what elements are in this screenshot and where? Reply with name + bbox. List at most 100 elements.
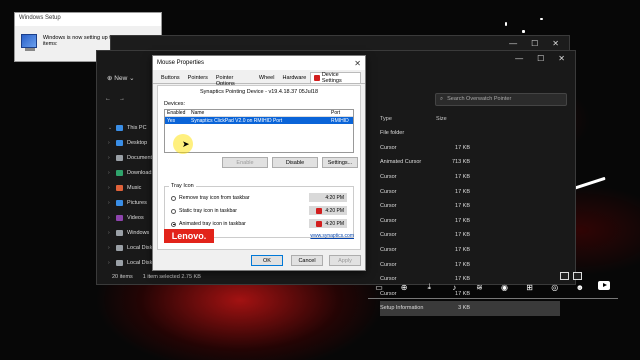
cancel-button[interactable]: Cancel: [291, 255, 323, 266]
enable-button[interactable]: Enable: [222, 157, 268, 168]
settings-button[interactable]: Settings...: [322, 157, 358, 168]
chevron-right-icon[interactable]: ›: [108, 260, 112, 266]
ok-button[interactable]: OK: [251, 255, 283, 266]
youtube-icon[interactable]: [598, 281, 610, 290]
chevron-right-icon[interactable]: ›: [108, 245, 112, 251]
gamepad-icon[interactable]: ⊕: [399, 283, 409, 292]
nav-item-downloads[interactable]: › Downloads: [108, 165, 158, 180]
nav-item-this-pc[interactable]: ⌄ This PC: [108, 120, 158, 135]
dialog-tabs: Buttons Pointers Pointer Options Wheel H…: [153, 70, 365, 87]
discord-icon[interactable]: ☻: [575, 283, 585, 292]
file-type: Cursor: [380, 247, 397, 254]
back-icon[interactable]: ←: [105, 96, 111, 102]
maximize-icon[interactable]: ☐: [537, 54, 544, 64]
synaptics-icon: [314, 75, 320, 81]
nav-item-label: This PC: [127, 124, 147, 131]
tray-preview: 4:20 PM: [309, 193, 347, 202]
file-type: Cursor: [380, 232, 397, 239]
grid-icon[interactable]: ⊞: [525, 283, 535, 292]
radio-button-selected[interactable]: [171, 221, 176, 227]
tab-hardware[interactable]: Hardware: [278, 72, 310, 83]
tab-device-settings[interactable]: Device Settings: [310, 72, 361, 84]
close-icon[interactable]: ✕: [354, 59, 361, 68]
file-type: Cursor: [380, 144, 397, 151]
file-type: Cursor: [380, 174, 397, 181]
nav-item-videos[interactable]: › Videos: [108, 210, 158, 225]
tray-preview: 4:20 PM: [309, 206, 347, 215]
column-header-enabled[interactable]: Enabled: [165, 110, 189, 116]
nav-item-desktop[interactable]: › Desktop: [108, 135, 158, 150]
file-row[interactable]: Cursor 17 KB: [380, 141, 560, 156]
file-type: Animated Cursor: [380, 159, 422, 166]
close-icon[interactable]: ✕: [552, 39, 559, 49]
synaptics-link[interactable]: www.synaptics.com: [310, 233, 354, 239]
column-header-name[interactable]: Name: [189, 110, 329, 116]
file-size: 17 KB: [455, 174, 470, 181]
nav-item-label: Music: [127, 184, 142, 191]
close-icon[interactable]: ✕: [558, 54, 565, 64]
media-icon[interactable]: ◉: [500, 283, 510, 292]
file-row[interactable]: Cursor 17 KB: [380, 243, 560, 258]
minimize-icon[interactable]: —: [509, 39, 517, 49]
file-size: 17 KB: [455, 144, 470, 151]
nav-item-local-disk[interactable]: › Local Disk: [108, 240, 158, 255]
file-row[interactable]: Animated Cursor 713 KB: [380, 155, 560, 170]
tray-preview-time: 4:20 PM: [325, 194, 344, 201]
nav-item-music[interactable]: › Music: [108, 180, 158, 195]
tray-preview-time: 4:20 PM: [325, 207, 344, 214]
file-row[interactable]: Cursor 17 KB: [380, 214, 560, 229]
tab-buttons[interactable]: Buttons: [157, 72, 184, 83]
device-row[interactable]: Yes Synaptics ClickPad V2.0 on RMIHID Po…: [165, 117, 353, 124]
nav-item-windows[interactable]: › Windows: [108, 225, 158, 240]
screen-icon[interactable]: ▭: [374, 283, 384, 292]
file-row[interactable]: Cursor 17 KB: [380, 199, 560, 214]
chevron-right-icon[interactable]: ›: [108, 230, 112, 236]
chevron-down-icon[interactable]: ⌄: [108, 125, 112, 131]
synaptics-tray-icon: [316, 207, 323, 214]
chevron-right-icon[interactable]: ›: [108, 185, 112, 191]
desktop-icon: [116, 139, 123, 146]
new-button[interactable]: ⊕ New ⌄: [107, 74, 135, 82]
search-input[interactable]: ⌕ Search Overwatch Pointer: [435, 92, 567, 106]
file-row[interactable]: Setup Information 3 KB: [380, 301, 560, 316]
tray-option-static[interactable]: Static tray icon in taskbar: [171, 208, 237, 214]
tray-option-remove[interactable]: Remove tray icon from taskbar: [171, 195, 250, 201]
column-header-port[interactable]: Port: [329, 110, 353, 116]
tab-pointer-options[interactable]: Pointer Options: [212, 72, 255, 87]
tiktok-icon[interactable]: ♪: [449, 283, 459, 292]
file-row[interactable]: File folder: [380, 126, 560, 141]
device-port: RMIHID: [331, 117, 349, 124]
instagram-icon[interactable]: ◎: [550, 283, 560, 292]
forward-icon[interactable]: →: [119, 96, 125, 102]
tab-pointers[interactable]: Pointers: [184, 72, 212, 83]
pc-icon: [116, 124, 123, 131]
radio-button[interactable]: [171, 195, 176, 201]
chevron-right-icon[interactable]: ›: [108, 155, 112, 161]
tray-option-animated[interactable]: Animated tray icon in taskbar: [171, 221, 246, 227]
tab-wheel[interactable]: Wheel: [255, 72, 279, 83]
file-row[interactable]: Cursor 17 KB: [380, 170, 560, 185]
download-icon[interactable]: ⤓: [424, 282, 434, 292]
chevron-right-icon[interactable]: ›: [108, 140, 112, 146]
nav-item-local-disk[interactable]: › Local Disk: [108, 255, 158, 270]
wallpaper-splash: [505, 22, 507, 26]
chevron-right-icon[interactable]: ›: [108, 200, 112, 206]
tab-device-settings-label: Device Settings: [321, 72, 342, 84]
apply-button[interactable]: Apply: [329, 255, 361, 266]
nav-item-label: Documents: [127, 154, 155, 161]
file-type: Cursor: [380, 217, 397, 224]
downloads-icon: [116, 169, 123, 176]
chevron-right-icon[interactable]: ›: [108, 170, 112, 176]
radio-button[interactable]: [171, 208, 176, 214]
file-row[interactable]: Cursor 17 KB: [380, 228, 560, 243]
file-type: Cursor: [380, 261, 397, 268]
disable-button[interactable]: Disable: [272, 157, 318, 168]
nav-item-documents[interactable]: › Documents: [108, 150, 158, 165]
maximize-icon[interactable]: ☐: [531, 39, 538, 49]
chevron-right-icon[interactable]: ›: [108, 215, 112, 221]
waveform-icon[interactable]: ≋: [474, 283, 484, 292]
minimize-icon[interactable]: —: [515, 54, 523, 64]
file-row[interactable]: Cursor 17 KB: [380, 257, 560, 272]
file-row[interactable]: Cursor 17 KB: [380, 184, 560, 199]
nav-item-pictures[interactable]: › Pictures: [108, 195, 158, 210]
